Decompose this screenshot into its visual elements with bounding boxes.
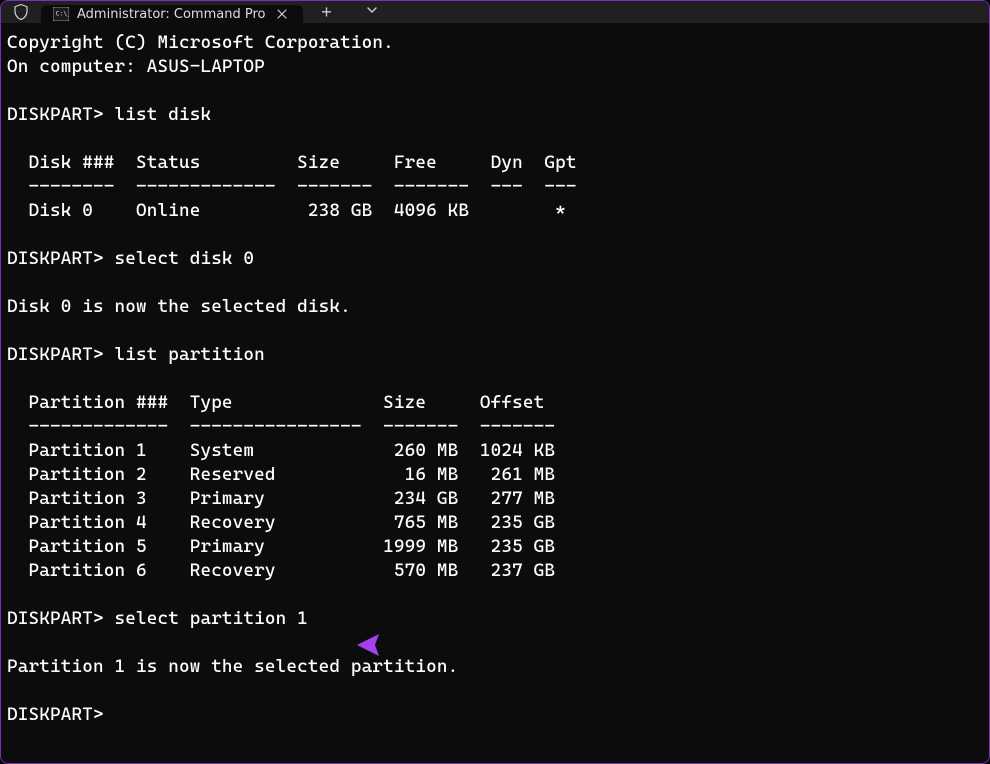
command-prompt-icon: C:\_ bbox=[53, 7, 69, 21]
plus-icon: + bbox=[321, 2, 332, 23]
tab-title: Administrator: Command Pro bbox=[77, 7, 265, 22]
terminal-window: C:\_ Administrator: Command Pro + Copyri… bbox=[0, 0, 990, 764]
close-tab-button[interactable] bbox=[273, 5, 291, 23]
terminal-tab[interactable]: C:\_ Administrator: Command Pro bbox=[41, 5, 303, 23]
tab-dropdown-button[interactable] bbox=[349, 1, 395, 23]
titlebar: C:\_ Administrator: Command Pro + bbox=[1, 1, 989, 23]
svg-text:C:\_: C:\_ bbox=[56, 10, 70, 18]
terminal-output[interactable]: Copyright (C) Microsoft Corporation. On … bbox=[1, 23, 989, 764]
terminal-text: Copyright (C) Microsoft Corporation. On … bbox=[7, 32, 577, 725]
chevron-down-icon bbox=[366, 3, 378, 21]
shield-icon bbox=[1, 1, 41, 23]
new-tab-button[interactable]: + bbox=[303, 1, 349, 23]
